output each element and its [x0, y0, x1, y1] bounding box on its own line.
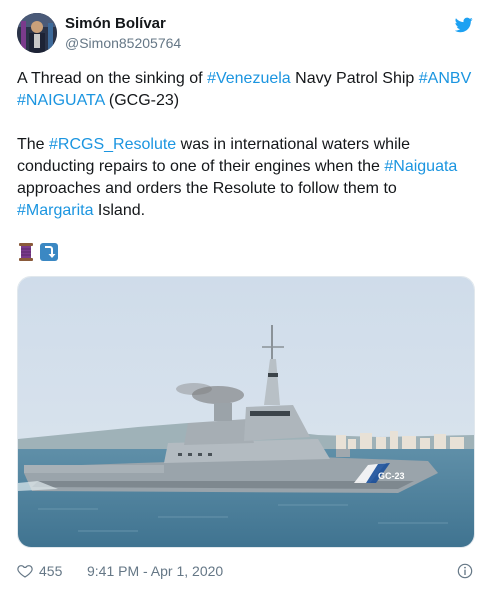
tweet-text-paragraph-1: A Thread on the sinking of #Venezuela Na…: [17, 68, 472, 112]
hull-number: GC-23: [378, 471, 405, 481]
info-icon[interactable]: [457, 563, 473, 579]
heart-icon[interactable]: [17, 563, 33, 579]
user-handle[interactable]: @Simon85205764: [65, 35, 181, 51]
twitter-bird-icon[interactable]: [455, 17, 473, 33]
hashtag-naiguata[interactable]: #NAIGUATA: [17, 92, 104, 109]
arrow-heading-down-emoji-icon: [40, 243, 58, 261]
hashtag-anbv[interactable]: #ANBV: [419, 70, 471, 87]
thread-emoji-icon: [19, 243, 33, 261]
text-segment: Island.: [93, 202, 146, 219]
text-segment: approaches and orders the Resolute to fo…: [17, 180, 397, 197]
hashtag-margarita[interactable]: #Margarita: [17, 202, 93, 219]
text-segment: A Thread on the sinking of: [17, 70, 208, 87]
tweet-photo[interactable]: GC-23: [17, 276, 475, 548]
tweet-text-paragraph-2: The #RCGS_Resolute was in international …: [17, 134, 472, 222]
hashtag-venezuela[interactable]: #Venezuela: [207, 70, 291, 87]
like-count[interactable]: 455: [39, 563, 62, 579]
text-segment: The: [17, 136, 50, 153]
ship-photo-illustration: GC-23: [18, 277, 474, 547]
hashtag-naiguata-2[interactable]: #Naiguata: [384, 158, 457, 175]
display-name[interactable]: Simón Bolívar: [65, 15, 166, 32]
text-segment: (GCG-23): [104, 92, 180, 109]
tweet-footer: 455 9:41 PM - Apr 1, 2020: [17, 563, 473, 579]
text-segment: Navy Patrol Ship: [290, 70, 419, 87]
avatar[interactable]: [17, 13, 57, 53]
timestamp[interactable]: 9:41 PM - Apr 1, 2020: [87, 563, 223, 579]
tweet-card: Simón Bolívar @Simon85205764 A Thread on…: [0, 0, 485, 590]
avatar-image: [17, 13, 57, 53]
hashtag-rcgs-resolute[interactable]: #RCGS_Resolute: [49, 136, 176, 153]
